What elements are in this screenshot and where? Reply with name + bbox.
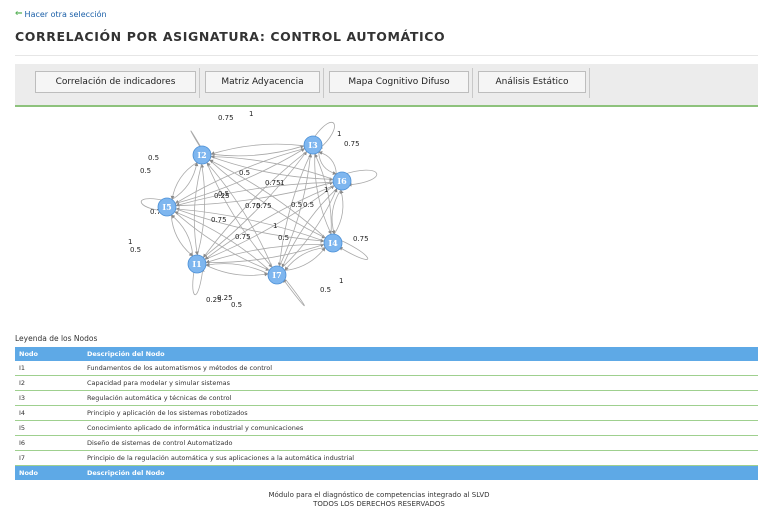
node-label: I7 (272, 270, 281, 280)
back-arrow-icon: ⇐ (15, 9, 23, 19)
legend-node-desc: Conocimiento aplicado de informática ind… (83, 420, 758, 436)
edge-weight-label: 1 (324, 186, 328, 194)
legend-node-desc: Diseño de sistemas de control Automatiza… (83, 435, 758, 451)
graph-edge (205, 262, 269, 275)
legend-table: Nodo Descripción del Nodo I1 Fundamentos … (15, 347, 758, 480)
legend-node-id: I4 (15, 405, 83, 421)
graph-node-i2[interactable]: I2 (192, 145, 212, 165)
edge-weight-label: 0.5 (291, 201, 302, 209)
graph-edge (170, 162, 198, 200)
node-label: I2 (197, 150, 206, 160)
edge-weight-label: 1 (128, 238, 132, 246)
tab-separator (472, 68, 473, 98)
legend-node-id: I3 (15, 390, 83, 406)
graph-edge (205, 243, 325, 264)
tab-mapa-cognitivo-difuso[interactable]: Mapa Cognitivo Difuso (329, 71, 469, 93)
tab-matriz-adyacencia[interactable]: Matriz Adyacencia (205, 71, 320, 93)
graph-edge (205, 264, 269, 277)
graph-node-i7[interactable]: I7 (267, 265, 287, 285)
graph-edge (333, 189, 344, 235)
graph-edge (171, 162, 199, 200)
footer-line-rights: TODOS LOS DERECHOS RESERVADOS (313, 500, 445, 508)
legend-node-desc: Principio y aplicación de los sistemas r… (83, 405, 758, 421)
tab-separator (323, 68, 324, 98)
edge-weight-label: 0.5 (148, 154, 159, 162)
graph-node-i3[interactable]: I3 (303, 135, 323, 155)
legend-footer-desc: Descripción del Nodo (83, 465, 758, 480)
edge-weight-label: 0.75 (211, 216, 227, 224)
legend-node-desc: Regulación automática y técnicas de cont… (83, 390, 758, 406)
title-divider (15, 55, 758, 56)
graph-node-i5[interactable]: I5 (157, 197, 177, 217)
node-label: I6 (337, 176, 347, 186)
graph-edge (170, 214, 194, 257)
legend-footer-node: Nodo (15, 465, 83, 480)
edge-weight-label: 0.5 (239, 169, 250, 177)
edge-weight-label: 0.75 (235, 233, 251, 241)
legend-header-node: Nodo (15, 347, 83, 361)
node-label: I5 (162, 202, 171, 212)
edge-weight-label: 0.5 (320, 286, 331, 294)
legend-node-id: I2 (15, 375, 83, 391)
back-link[interactable]: ⇐ Hacer otra selección (15, 9, 107, 20)
tab-correlacion-indicadores[interactable]: Correlación de indicadores (35, 71, 196, 93)
edge-weight-label: 0.5 (231, 301, 242, 309)
back-link-label: Hacer otra selección (24, 10, 107, 19)
node-label: I4 (328, 238, 338, 248)
tab-analisis-estatico[interactable]: Análisis Estático (478, 71, 586, 93)
graph-edge (206, 162, 273, 268)
edge-weight-label: 0.25 (214, 192, 230, 200)
legend-node-desc: Principio de la regulación automática y … (83, 450, 758, 466)
edge-weight-label: 1 (273, 222, 277, 230)
edge-weight-label: 0.5 (140, 167, 151, 175)
legend-row: I2 Capacidad para modelar y simular siste… (15, 375, 758, 391)
cognitive-map-graph: 0.75 110.750.50.5 0.50.750.510.250.750.75 0… (128, 110, 378, 309)
legend-header-desc: Descripción del Nodo (83, 347, 758, 361)
edge-weight-label: 0.75 (344, 140, 360, 148)
tab-separator (589, 68, 590, 98)
legend-row: I5 Conocimiento aplicado de informática i… (15, 420, 758, 436)
edge-weight-label: 0.5 (278, 234, 289, 242)
tab-separator (199, 68, 200, 98)
legend-node-id: I7 (15, 450, 83, 466)
edge-weight-label: 0.25 (217, 294, 233, 302)
graph-node-i4[interactable]: I4 (323, 233, 343, 253)
legend-footer-row: Nodo Descripción del Nodo (15, 465, 758, 480)
legend-row: I3 Regulación automática y técnicas de co… (15, 390, 758, 406)
tabs-bar: Correlación de indicadores Matriz Adyace… (15, 64, 758, 107)
edge-weight-label: 0.75 (218, 114, 234, 122)
graph-edge (206, 162, 273, 268)
graph-edge (210, 144, 305, 157)
legend-node-desc: Fundamentos de los automatismos y método… (83, 361, 758, 376)
edge-weight-label: 0.5 (303, 201, 314, 209)
page-footer: Módulo para el diagnóstico de competenci… (0, 491, 758, 509)
edge-weight-label: 0.75 (256, 202, 272, 210)
legend-node-desc: Capacidad para modelar y simular sistema… (83, 375, 758, 391)
legend-row: I4 Principio y aplicación de los sistemas… (15, 405, 758, 421)
graph-edge (205, 243, 325, 264)
graph-node-i6[interactable]: I6 (332, 171, 352, 191)
edge-weight-label: 1 (337, 130, 341, 138)
legend-node-id: I1 (15, 361, 83, 376)
legend-row: I7 Principio de la regulación automática … (15, 450, 758, 466)
node-label: I1 (192, 259, 201, 269)
edge-weight-label: 0.5 (130, 246, 141, 254)
edge-weight-label: 0.75 (353, 235, 369, 243)
legend-node-id: I5 (15, 420, 83, 436)
legend-caption: Leyenda de los Nodos (15, 334, 98, 343)
edge-weight-label: 1 (249, 110, 253, 118)
edge-weight-label: 1 (280, 179, 284, 187)
legend-header-row: Nodo Descripción del Nodo (15, 347, 758, 361)
graph-edge (170, 214, 194, 257)
graph-node-i1[interactable]: I1 (187, 254, 207, 274)
page-title: CORRELACIÓN POR ASIGNATURA: CONTROL AUTO… (15, 29, 446, 44)
footer-line-module: Módulo para el diagnóstico de competenci… (268, 491, 490, 499)
legend-row: I1 Fundamentos de los automatismos y méto… (15, 361, 758, 376)
edge-weight-label: 0.75 (265, 179, 281, 187)
node-label: I3 (308, 140, 318, 150)
legend-node-id: I6 (15, 435, 83, 451)
legend-row: I6 Diseño de sistemas de control Automati… (15, 435, 758, 451)
edge-weight-label: 1 (339, 277, 343, 285)
